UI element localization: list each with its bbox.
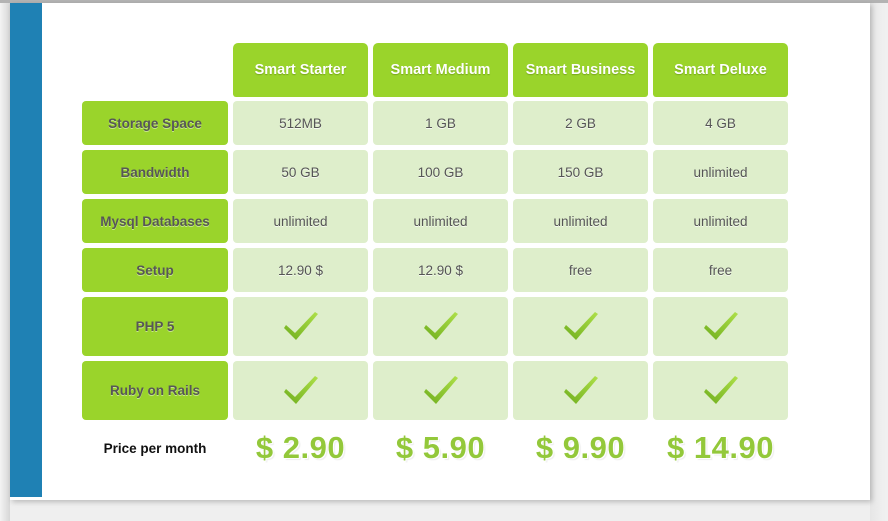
check-icon [561, 310, 601, 344]
feature-label-text: PHP 5 [135, 319, 175, 334]
price-row-label: Price per month [82, 425, 228, 471]
feature-value-text: free [708, 262, 733, 278]
feature-value-text: unlimited [273, 213, 328, 229]
feature-value-cell: 12.90 $ [233, 248, 368, 292]
plan-header-row: Smart Starter Smart Medium Smart Busines… [82, 43, 788, 97]
feature-value-cell [653, 297, 788, 356]
feature-value-cell: unlimited [653, 150, 788, 194]
check-icon [281, 310, 321, 344]
feature-value-text: 512MB [279, 115, 322, 131]
feature-label-text: Setup [136, 262, 174, 278]
feature-label-mysql-databases: Mysql Databases [82, 199, 228, 243]
feature-label-ruby-on-rails: Ruby on Rails [82, 361, 228, 420]
feature-label-text: Mysql Databases [100, 213, 210, 229]
price-value-text: $ 2.90 [255, 430, 346, 465]
table-row: Mysql Databases unlimited unlimited unli… [82, 199, 788, 243]
check-icon [421, 310, 461, 344]
feature-value-cell: 100 GB [373, 150, 508, 194]
page-left-gutter [0, 3, 10, 521]
plan-header-smart-medium[interactable]: Smart Medium [373, 43, 508, 97]
feature-value-text: unlimited [693, 213, 748, 229]
feature-value-text: 150 GB [557, 164, 604, 180]
feature-value-cell: 50 GB [233, 150, 368, 194]
feature-value-cell: 2 GB [513, 101, 648, 145]
price-value-text: $ 9.90 [535, 430, 626, 465]
feature-label-text: Ruby on Rails [109, 383, 200, 398]
plan-header-label: Smart Starter [254, 62, 347, 78]
plan-header-label: Smart Business [525, 62, 636, 78]
feature-value-cell: unlimited [233, 199, 368, 243]
check-icon [701, 374, 741, 408]
price-value-smart-deluxe: $ 14.90 [653, 425, 788, 471]
feature-value-cell: free [653, 248, 788, 292]
feature-label-bandwidth: Bandwidth [82, 150, 228, 194]
table-row: Setup 12.90 $ 12.90 $ free free [82, 248, 788, 292]
plan-header-label: Smart Deluxe [674, 62, 767, 78]
price-value-smart-medium: $ 5.90 [373, 425, 508, 471]
check-icon [421, 374, 461, 408]
price-value-smart-business: $ 9.90 [513, 425, 648, 471]
feature-value-cell: free [513, 248, 648, 292]
feature-value-text: 100 GB [417, 164, 464, 180]
feature-value-cell [233, 297, 368, 356]
plan-header-smart-deluxe[interactable]: Smart Deluxe [653, 43, 788, 97]
pricing-table: Smart Starter Smart Medium Smart Busines… [82, 43, 788, 471]
feature-value-text: 12.90 $ [417, 262, 464, 278]
feature-value-text: 50 GB [281, 164, 320, 180]
feature-value-cell [513, 361, 648, 420]
feature-value-cell: unlimited [513, 199, 648, 243]
feature-label-text: Bandwidth [120, 164, 190, 180]
feature-value-text: unlimited [693, 164, 748, 180]
feature-value-text: 1 GB [425, 115, 456, 131]
table-row: Ruby on Rails [82, 361, 788, 420]
header-corner-spacer [82, 43, 228, 97]
price-value-text: $ 14.90 [667, 430, 774, 465]
table-row: Bandwidth 50 GB 100 GB 150 GB unlimited [82, 150, 788, 194]
left-accent-bar [10, 3, 42, 497]
feature-value-cell: 1 GB [373, 101, 508, 145]
check-icon [701, 310, 741, 344]
price-row: Price per month $ 2.90 $ 5.90 $ 9.90 $ 1… [82, 425, 788, 471]
feature-value-text: unlimited [553, 213, 608, 229]
price-row-label-text: Price per month [103, 440, 207, 456]
feature-value-text: 4 GB [705, 115, 736, 131]
check-icon [561, 374, 601, 408]
check-icon [281, 374, 321, 408]
feature-value-text: 12.90 $ [277, 262, 324, 278]
plan-header-smart-starter[interactable]: Smart Starter [233, 43, 368, 97]
feature-value-cell [233, 361, 368, 420]
plan-header-smart-business[interactable]: Smart Business [513, 43, 648, 97]
table-row: Storage Space 512MB 1 GB 2 GB 4 GB [82, 101, 788, 145]
feature-value-cell [373, 361, 508, 420]
feature-value-text: unlimited [413, 213, 468, 229]
feature-value-cell: 12.90 $ [373, 248, 508, 292]
table-row: PHP 5 [82, 297, 788, 356]
feature-value-cell: unlimited [373, 199, 508, 243]
feature-label-storage-space: Storage Space [82, 101, 228, 145]
feature-label-setup: Setup [82, 248, 228, 292]
feature-value-cell: 4 GB [653, 101, 788, 145]
feature-label-php-5: PHP 5 [82, 297, 228, 356]
feature-value-text: free [568, 262, 593, 278]
feature-label-text: Storage Space [108, 115, 202, 131]
price-value-smart-starter: $ 2.90 [233, 425, 368, 471]
feature-value-cell [653, 361, 788, 420]
feature-value-cell: 512MB [233, 101, 368, 145]
feature-value-cell [513, 297, 648, 356]
page-right-gutter [870, 3, 888, 521]
price-value-text: $ 5.90 [395, 430, 486, 465]
feature-value-cell [373, 297, 508, 356]
feature-value-text: 2 GB [565, 115, 596, 131]
plan-header-label: Smart Medium [390, 62, 491, 78]
feature-value-cell: unlimited [653, 199, 788, 243]
feature-value-cell: 150 GB [513, 150, 648, 194]
